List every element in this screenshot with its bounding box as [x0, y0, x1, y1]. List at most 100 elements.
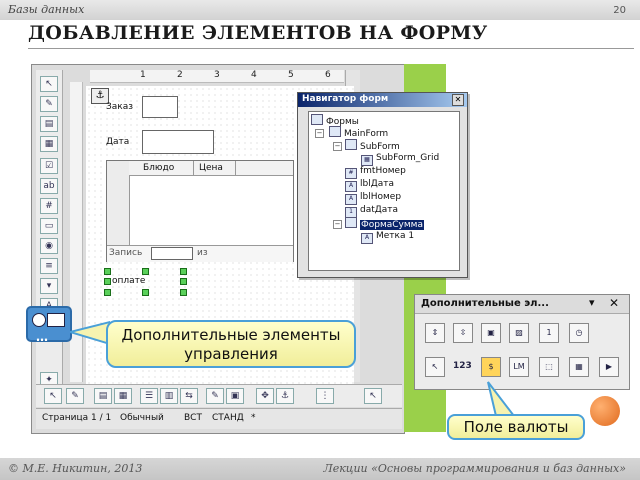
combo-box-icon[interactable]: ▾ — [40, 278, 58, 294]
collapse-icon[interactable]: − — [333, 220, 342, 229]
select-arrow-icon[interactable]: ↖ — [40, 76, 58, 92]
form-navigator-window: Навигатор форм ✕ Формы − MainForm − SubF… — [297, 92, 468, 278]
author: © М.Е. Никитин, 2013 — [8, 462, 143, 475]
additional-controls-panel: Дополнительные эл... ▾ ✕ ⇕ ⇳ ▣ ▨ 1 ◷ ↖ 1… — [414, 294, 630, 390]
add-field-icon[interactable]: ▥ — [160, 388, 178, 404]
list-box-icon[interactable]: ≡ — [40, 258, 58, 274]
label-icon: A — [361, 233, 373, 244]
form-icon — [345, 139, 357, 150]
push-button-icon[interactable]: ▭ — [40, 218, 58, 234]
ruler-mark: 6 — [325, 70, 331, 80]
tree-node-form-sum[interactable]: ФормаСумма — [345, 217, 424, 230]
selection-handle[interactable] — [180, 289, 187, 296]
tree-node-forms[interactable]: Формы — [311, 114, 359, 127]
collapse-icon[interactable]: − — [333, 142, 342, 151]
collapse-icon[interactable]: − — [315, 129, 324, 138]
select-arrow-icon[interactable]: ↖ — [44, 388, 62, 404]
field-icon — [47, 313, 65, 327]
more-icon: … — [36, 330, 50, 344]
date-field[interactable] — [142, 130, 214, 154]
status-mode[interactable]: СТАНД — [212, 413, 244, 423]
selection-handle[interactable] — [180, 268, 187, 275]
form-icon — [345, 217, 357, 228]
ruler-mark: 4 — [251, 70, 257, 80]
navigator-titlebar: Навигатор форм ✕ — [298, 93, 467, 107]
selection-handle[interactable] — [104, 289, 111, 296]
form-design-toolbar: ↖ ✎ ▤ ▦ ☰ ▥ ⇆ ✎ ▣ ✥ ⚓ ⋮ ↖ — [36, 384, 402, 407]
navigator-icon[interactable]: ▣ — [226, 388, 244, 404]
control-icon[interactable]: ▤ — [94, 388, 112, 404]
anchor-icon[interactable]: ⚓ — [276, 388, 294, 404]
status-insert[interactable]: ВСТ — [184, 413, 202, 423]
control-properties-icon[interactable]: ▤ — [40, 116, 58, 132]
order-label: Заказ — [106, 102, 134, 112]
selection-handle[interactable] — [142, 289, 149, 296]
form-properties-icon[interactable]: ▦ — [40, 136, 58, 152]
status-modified: * — [251, 413, 256, 423]
tree-node-mainform[interactable]: MainForm — [329, 126, 388, 139]
status-page: Страница 1 / 1 — [42, 413, 112, 423]
folder-icon — [311, 114, 323, 125]
scrollbar-icon[interactable]: ⇳ — [453, 323, 473, 343]
position-size-icon[interactable]: ✥ — [256, 388, 274, 404]
image-control-icon[interactable]: ▨ — [509, 323, 529, 343]
date-field-icon[interactable]: 1 — [539, 323, 559, 343]
formatted-field-icon[interactable]: # — [40, 198, 58, 214]
more-controls-button[interactable]: … — [26, 306, 72, 344]
status-bar: Страница 1 / 1 Обычный ВСТ СТАНД * — [36, 408, 402, 429]
ruler-mark: 5 — [288, 70, 294, 80]
horizontal-ruler: 1 2 3 4 5 6 — [90, 70, 344, 83]
image-button-icon[interactable]: ▣ — [481, 323, 501, 343]
group-box-icon[interactable]: ⬚ — [539, 357, 559, 377]
design-mode-icon[interactable]: ✎ — [66, 388, 84, 404]
form-icon[interactable]: ▦ — [114, 388, 132, 404]
tree-node-lbl-number[interactable]: AlblНомер — [345, 191, 401, 205]
payment-label[interactable]: оплате — [112, 276, 145, 286]
pattern-field-icon[interactable]: LM — [509, 357, 529, 377]
select-arrow-icon[interactable]: ↖ — [364, 388, 382, 404]
spin-button-icon[interactable]: ⇕ — [425, 323, 445, 343]
subform-grid[interactable]: Блюдо Цена Запись из — [106, 160, 294, 262]
title-divider — [28, 48, 634, 49]
selection-handle[interactable] — [104, 278, 111, 285]
ruler-mark: 3 — [214, 70, 220, 80]
tree-node-dat-date[interactable]: 1 datДата — [345, 204, 398, 218]
open-design-icon[interactable]: ✎ — [206, 388, 224, 404]
order-field[interactable] — [142, 96, 178, 118]
selection-handle[interactable] — [180, 278, 187, 285]
tree-node-subform-grid[interactable]: ▦ SubForm_Grid — [361, 152, 439, 166]
text-box-icon[interactable]: ab — [40, 178, 58, 194]
navigator-title: Навигатор форм — [302, 94, 389, 104]
grid-record-number[interactable] — [151, 247, 193, 260]
tree-node-label1[interactable]: A Метка 1 — [361, 230, 414, 244]
dropdown-icon[interactable]: ▾ — [589, 296, 595, 309]
file-selection-icon[interactable]: ↖ — [425, 357, 445, 377]
section-title: Базы данных — [8, 3, 85, 16]
tree-node-lbl-date[interactable]: AlblДата — [345, 178, 394, 192]
activation-order-icon[interactable]: ⇆ — [180, 388, 198, 404]
tree-node-subform[interactable]: SubForm — [345, 139, 400, 152]
date-label: Дата — [106, 137, 130, 147]
close-icon[interactable]: ✕ — [609, 296, 619, 310]
grid-record-label: Запись — [109, 248, 143, 258]
grid-col-dish[interactable]: Блюдо — [143, 163, 174, 173]
currency-field-icon[interactable]: $ — [481, 357, 501, 377]
more-controls-callout: Дополнительные элементы управления — [106, 320, 356, 368]
selection-handle[interactable] — [104, 268, 111, 275]
selection-handle[interactable] — [142, 268, 149, 275]
close-icon[interactable]: ✕ — [452, 94, 464, 106]
tab-order-icon[interactable]: ☰ — [140, 388, 158, 404]
grid-col-price[interactable]: Цена — [199, 163, 223, 173]
design-mode-icon[interactable]: ✎ — [40, 96, 58, 112]
ruler-mark: 1 — [140, 70, 146, 80]
option-icon — [32, 313, 46, 327]
tree-node-fmt-number[interactable]: # fmtНомер — [345, 165, 406, 179]
time-field-icon[interactable]: ◷ — [569, 323, 589, 343]
checkbox-icon[interactable]: ☑ — [40, 158, 58, 174]
table-control-icon[interactable]: ▦ — [569, 357, 589, 377]
numeric-field-icon[interactable]: 123 — [453, 361, 472, 371]
option-button-icon[interactable]: ◉ — [40, 238, 58, 254]
navigation-bar-icon[interactable]: ▶ — [599, 357, 619, 377]
snap-grid-icon[interactable]: ⋮ — [316, 388, 334, 404]
slide-footer: © М.Е. Никитин, 2013 Лекции «Основы прог… — [0, 458, 640, 480]
